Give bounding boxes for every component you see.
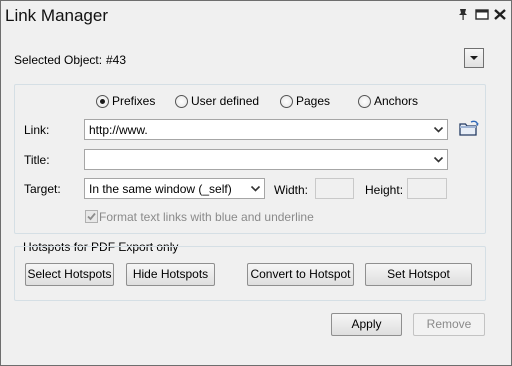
radio-prefixes-label: Prefixes (112, 94, 156, 108)
width-label: Width: (274, 183, 309, 197)
close-icon[interactable] (493, 8, 507, 21)
radio-prefixes[interactable]: Prefixes (96, 94, 166, 110)
radio-circle (175, 95, 188, 108)
format-links-checkbox[interactable] (85, 210, 98, 223)
target-label: Target: (24, 182, 61, 196)
target-value: In the same window (_self) (89, 182, 232, 196)
object-dropdown-button[interactable] (464, 48, 484, 68)
select-hotspots-button[interactable]: Select Hotspots (25, 263, 114, 286)
radio-circle (280, 95, 293, 108)
window-title: Link Manager (5, 6, 109, 25)
hotspots-group: Select Hotspots Hide Hotspots Convert to… (14, 246, 486, 301)
title-bar[interactable]: Link Manager (1, 1, 511, 31)
dialog-body: Selected Object: #43 Prefixes User defin… (6, 31, 506, 361)
target-select[interactable]: In the same window (_self) (84, 178, 265, 199)
chevron-down-icon[interactable] (433, 124, 444, 135)
pin-icon[interactable] (456, 8, 470, 21)
link-label: Link: (24, 123, 50, 137)
radio-pages-label: Pages (296, 94, 331, 108)
radio-user-defined-label: User defined (191, 94, 260, 108)
radio-anchors[interactable]: Anchors (358, 94, 428, 110)
width-input[interactable] (315, 178, 354, 199)
apply-button[interactable]: Apply (331, 313, 402, 336)
selected-object-label: Selected Object: (14, 53, 103, 67)
chevron-down-icon (470, 56, 478, 60)
link-manager-window: Link Manager Selected Object: #43 Prefix… (0, 0, 512, 366)
link-url-value: http://www. (89, 123, 148, 137)
radio-pages[interactable]: Pages (280, 94, 340, 110)
radio-selected-dot (100, 99, 105, 104)
open-folder-icon[interactable] (458, 118, 480, 138)
selected-object-value: #43 (106, 53, 127, 67)
radio-circle (96, 95, 109, 108)
title-label: Title: (24, 153, 50, 167)
convert-to-hotspot-button[interactable]: Convert to Hotspot (247, 263, 354, 286)
link-settings-group: Prefixes User defined Pages Anchors Link… (14, 84, 486, 234)
chevron-down-icon[interactable] (433, 154, 444, 165)
height-label: Height: (365, 183, 404, 197)
restore-icon[interactable] (475, 8, 489, 21)
height-input[interactable] (407, 178, 447, 199)
radio-anchors-label: Anchors (374, 94, 419, 108)
checkmark-icon (87, 212, 96, 221)
set-hotspot-button[interactable]: Set Hotspot (365, 263, 472, 286)
hide-hotspots-button[interactable]: Hide Hotspots (126, 263, 215, 286)
chevron-down-icon[interactable] (250, 183, 261, 194)
remove-button[interactable]: Remove (413, 313, 485, 336)
radio-circle (358, 95, 371, 108)
link-url-combobox[interactable]: http://www. (84, 119, 448, 140)
format-links-label: Format text links with blue and underlin… (99, 210, 314, 224)
radio-user-defined[interactable]: User defined (175, 94, 265, 110)
link-title-combobox[interactable] (84, 149, 448, 170)
